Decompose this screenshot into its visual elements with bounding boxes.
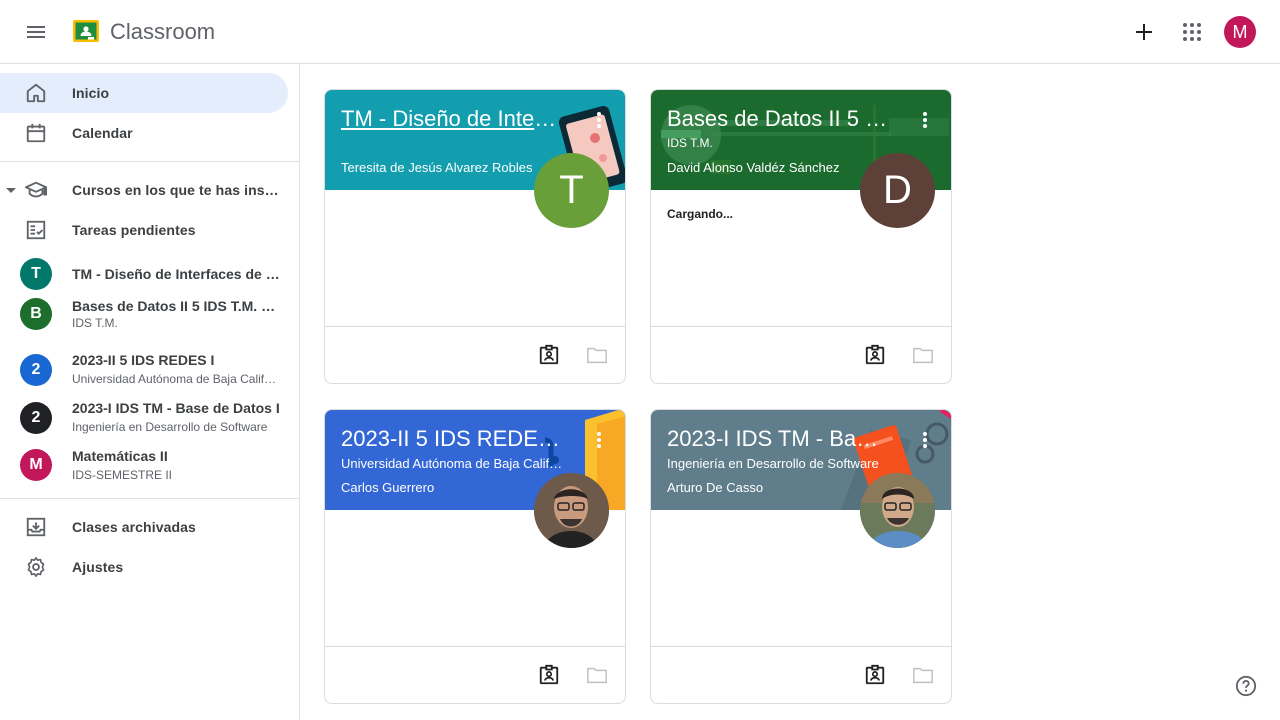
more-vert-icon — [923, 112, 927, 128]
class-name: 2023-I IDS TM - Base de Datos I — [72, 400, 280, 416]
teacher-photo — [860, 473, 935, 548]
card-options-button[interactable] — [587, 428, 611, 452]
calendar-icon — [24, 121, 48, 145]
class-name: 2023-II 5 IDS REDES I — [72, 352, 215, 368]
sidebar-item-archived[interactable]: Clases archivadas — [0, 507, 288, 547]
assignments-icon[interactable] — [537, 343, 561, 367]
class-subtitle: Universidad Autónoma de Baja California — [72, 372, 280, 386]
help-icon — [1235, 675, 1257, 697]
folder-icon[interactable] — [911, 343, 935, 367]
class-card[interactable]: TM - Diseño de Interfaces de Usuario Ter… — [324, 89, 626, 384]
more-vert-icon — [597, 112, 601, 128]
card-title[interactable]: TM - Diseño de Interfaces de Usuario — [341, 106, 563, 132]
sidebar-item-enrolled-classes[interactable]: Cursos en los que te has inscrito — [0, 170, 288, 210]
sidebar-item-label: Inicio — [72, 85, 110, 101]
class-card[interactable]: Bases de Datos II 5 IDS T.M. 2023-II IDS… — [650, 89, 952, 384]
sidebar-item-home[interactable]: Inicio — [0, 73, 288, 113]
card-options-button[interactable] — [913, 428, 937, 452]
sidebar-class-item[interactable]: 2 2023-I IDS TM - Base de Datos I Ingeni… — [0, 394, 300, 442]
class-subtitle: Ingeniería en Desarrollo de Software — [72, 420, 268, 434]
sidebar-divider — [0, 161, 300, 162]
join-create-class-button[interactable] — [1120, 8, 1168, 56]
card-section[interactable]: IDS T.M. — [667, 136, 897, 150]
classroom-logo-icon[interactable] — [73, 20, 99, 42]
class-name: TM - Diseño de Interfaces de Usuario — [72, 266, 280, 282]
card-footer — [651, 646, 951, 703]
sidebar-item-label: Ajustes — [72, 559, 124, 575]
teacher-avatar: D — [860, 153, 935, 228]
class-name: Bases de Datos II 5 IDS T.M. 2023-II — [72, 298, 280, 314]
card-title[interactable]: Bases de Datos II 5 IDS T.M. 2023-II — [667, 106, 889, 132]
app-title[interactable]: Classroom — [110, 19, 215, 45]
sidebar-item-todo[interactable]: Tareas pendientes — [0, 210, 288, 250]
class-avatar: 2 — [20, 402, 52, 434]
class-card[interactable]: 2023-II 5 IDS REDES I Universidad Autóno… — [324, 409, 626, 704]
class-name: Matemáticas II — [72, 448, 168, 464]
assignments-icon[interactable] — [863, 343, 887, 367]
assignments-icon[interactable] — [863, 663, 887, 687]
card-section[interactable]: Ingeniería en Desarrollo de Software — [667, 456, 917, 471]
more-vert-icon — [597, 432, 601, 448]
sidebar-item-calendar[interactable]: Calendar — [0, 113, 288, 153]
teacher-photo — [534, 473, 609, 548]
archive-icon — [24, 515, 48, 539]
card-teacher[interactable]: David Alonso Valdéz Sánchez — [667, 160, 897, 175]
class-avatar: T — [20, 258, 52, 290]
main-menu-button[interactable] — [12, 8, 60, 56]
class-avatar: B — [20, 298, 52, 330]
home-icon — [24, 81, 48, 105]
sidebar-item-settings[interactable]: Ajustes — [0, 547, 288, 587]
sidebar-item-label: Tareas pendientes — [72, 222, 196, 238]
school-cap-icon — [24, 178, 48, 202]
card-title[interactable]: 2023-I IDS TM - Base de Datos I — [667, 426, 889, 452]
folder-icon[interactable] — [911, 663, 935, 687]
card-title[interactable]: 2023-II 5 IDS REDES I — [341, 426, 563, 452]
help-button[interactable] — [1234, 674, 1258, 698]
card-footer — [325, 326, 625, 383]
class-subtitle: IDS-SEMESTRE II — [72, 468, 173, 482]
card-teacher[interactable]: Teresita de Jesús Alvarez Robles — [341, 160, 571, 175]
card-footer — [651, 326, 951, 383]
sidebar-class-item[interactable]: B Bases de Datos II 5 IDS T.M. 2023-II I… — [0, 290, 300, 338]
card-teacher[interactable]: Carlos Guerrero — [341, 480, 571, 495]
teacher-avatar: T — [534, 153, 609, 228]
plus-icon — [1136, 24, 1152, 40]
card-options-button[interactable] — [913, 108, 937, 132]
account-avatar[interactable]: M — [1224, 16, 1256, 48]
more-vert-icon — [923, 432, 927, 448]
hamburger-menu-icon — [27, 26, 45, 38]
google-apps-button[interactable] — [1168, 8, 1216, 56]
checklist-icon — [24, 218, 48, 242]
sidebar-class-item[interactable]: 2 2023-II 5 IDS REDES I Universidad Autó… — [0, 346, 300, 394]
loading-text: Cargando... — [667, 207, 734, 221]
sidebar-nav: Inicio Calendar Cursos en los que te has… — [0, 64, 300, 720]
card-teacher[interactable]: Arturo De Casso — [667, 480, 897, 495]
assignments-icon[interactable] — [537, 663, 561, 687]
card-section[interactable]: Universidad Autónoma de Baja California — [341, 456, 569, 471]
class-avatar: M — [20, 449, 52, 481]
sidebar-divider — [0, 498, 300, 499]
folder-icon[interactable] — [585, 343, 609, 367]
chevron-down-icon[interactable] — [6, 188, 16, 193]
sidebar-item-label: Calendar — [72, 125, 133, 141]
teacher-avatar — [534, 473, 609, 548]
gear-icon — [24, 555, 48, 579]
teacher-avatar — [860, 473, 935, 548]
sidebar-item-label: Clases archivadas — [72, 519, 196, 535]
class-avatar: 2 — [20, 354, 52, 386]
top-app-bar: Classroom M — [0, 0, 1280, 64]
class-subtitle: IDS T.M. — [72, 316, 118, 330]
apps-grid-icon — [1183, 23, 1201, 41]
sidebar-item-label: Cursos en los que te has inscrito — [72, 182, 280, 198]
card-options-button[interactable] — [587, 108, 611, 132]
sidebar-class-item[interactable]: M Matemáticas II IDS-SEMESTRE II — [0, 441, 300, 489]
folder-icon[interactable] — [585, 663, 609, 687]
card-footer — [325, 646, 625, 703]
class-card[interactable]: 2023-I IDS TM - Base de Datos I Ingenier… — [650, 409, 952, 704]
